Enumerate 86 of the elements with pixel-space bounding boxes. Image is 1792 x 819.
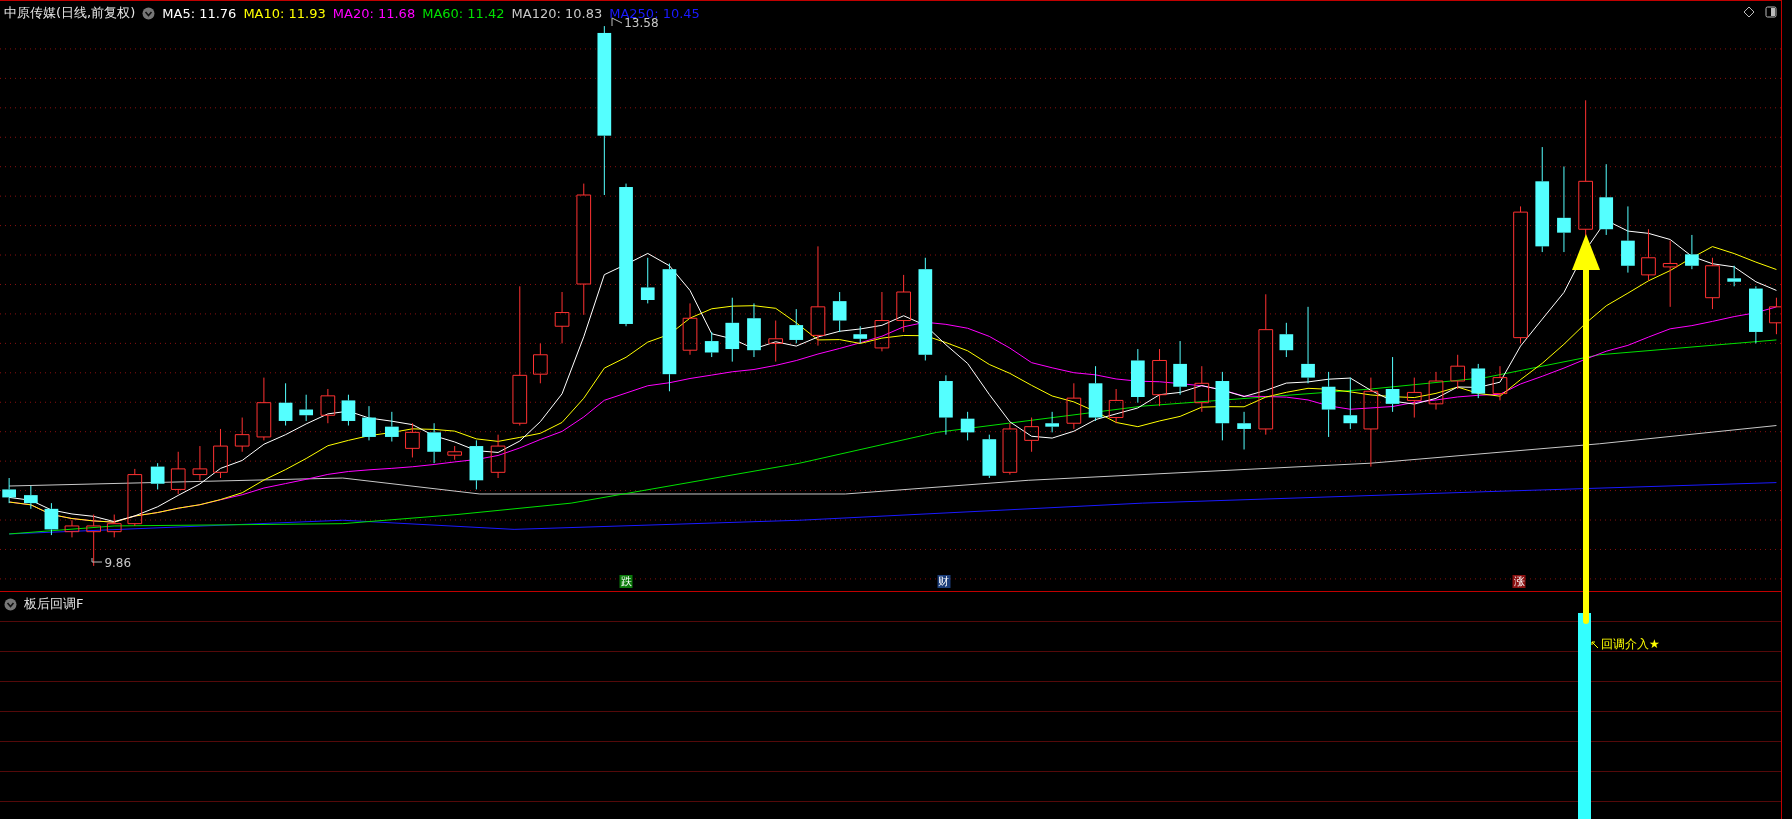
event-marker: 财 bbox=[937, 575, 951, 588]
rising-candle bbox=[1066, 382, 1082, 430]
falling-candle bbox=[832, 291, 847, 333]
rising-candle bbox=[127, 468, 143, 527]
falling-candle bbox=[789, 308, 804, 344]
falling-candle bbox=[853, 325, 868, 344]
falling-candle bbox=[362, 405, 376, 441]
rising-candle bbox=[1108, 388, 1124, 424]
rising-candle bbox=[1152, 348, 1167, 407]
falling-candle bbox=[469, 439, 484, 490]
event-marker: 跌 bbox=[619, 575, 633, 588]
rising-candle bbox=[1194, 365, 1210, 413]
falling-candle bbox=[960, 411, 975, 441]
falling-candle bbox=[1215, 371, 1230, 441]
falling-candle bbox=[299, 394, 313, 422]
falling-candle bbox=[1321, 371, 1336, 438]
rising-candle bbox=[554, 291, 570, 344]
price-label: 9.86 bbox=[104, 556, 132, 569]
chart-title: 中原传媒(日线,前复权) bbox=[4, 4, 136, 22]
falling-candle bbox=[24, 485, 38, 510]
leader-arrow-icon bbox=[1591, 640, 1599, 649]
rising-candle bbox=[405, 422, 420, 458]
dropdown-icon[interactable] bbox=[4, 597, 17, 611]
falling-candle bbox=[1045, 411, 1059, 433]
falling-candle bbox=[427, 422, 441, 464]
rising-candle bbox=[1492, 365, 1508, 401]
indicator-title: 板后回调F bbox=[24, 595, 84, 613]
falling-candle bbox=[747, 302, 761, 358]
signal-label: 回调介入★ bbox=[1601, 636, 1660, 653]
rising-candle bbox=[86, 514, 102, 567]
rising-candle bbox=[1662, 240, 1678, 308]
rising-candle bbox=[490, 434, 506, 479]
falling-candle bbox=[1727, 265, 1741, 287]
rising-candle bbox=[682, 302, 698, 356]
rising-candle bbox=[213, 428, 228, 479]
falling-candle bbox=[1237, 411, 1251, 450]
rising-candle bbox=[533, 342, 548, 384]
ma-value: MA120: 10.83 bbox=[511, 5, 603, 21]
falling-candle bbox=[1749, 285, 1763, 344]
rising-candle bbox=[1450, 354, 1466, 390]
falling-candle bbox=[150, 462, 165, 490]
falling-candle bbox=[1279, 322, 1294, 358]
rising-candle bbox=[1024, 417, 1039, 453]
falling-candle bbox=[725, 297, 740, 363]
event-marker: 涨 bbox=[1512, 575, 1526, 588]
rising-candle bbox=[192, 445, 208, 481]
rising-candle bbox=[874, 291, 890, 352]
rising-candle bbox=[320, 388, 336, 424]
rising-candle bbox=[170, 451, 186, 495]
rising-candle bbox=[1705, 257, 1720, 310]
falling-candle bbox=[341, 394, 356, 427]
rising-candle bbox=[106, 514, 122, 538]
panel-toggle-icon[interactable] bbox=[1765, 6, 1777, 18]
falling-candle bbox=[1471, 363, 1486, 399]
rising-candle bbox=[896, 274, 911, 333]
ma-value: MA5: 11.76 bbox=[162, 5, 237, 21]
diamond-icon[interactable] bbox=[1743, 6, 1755, 18]
falling-candle bbox=[704, 331, 719, 358]
rising-candle bbox=[1641, 228, 1656, 282]
rising-candle bbox=[1406, 377, 1422, 419]
falling-candle bbox=[44, 502, 59, 536]
ma-value: MA10: 11.93 bbox=[243, 5, 326, 21]
rising-candle bbox=[64, 519, 80, 538]
rising-candle bbox=[1769, 297, 1781, 335]
falling-candle bbox=[1343, 377, 1358, 430]
falling-candle bbox=[385, 411, 399, 442]
rising-candle bbox=[234, 417, 250, 453]
falling-candle bbox=[1621, 205, 1635, 274]
falling-candle bbox=[1385, 356, 1400, 413]
rising-candle bbox=[768, 320, 784, 363]
falling-candle bbox=[278, 382, 293, 427]
falling-candle bbox=[939, 374, 953, 436]
rising-candle bbox=[1428, 371, 1444, 411]
falling-candle bbox=[2, 477, 16, 504]
ma-value: MA20: 11.68 bbox=[332, 5, 416, 21]
rising-candle bbox=[1002, 422, 1018, 476]
falling-candle bbox=[1130, 348, 1145, 404]
falling-candle bbox=[1088, 365, 1103, 422]
falling-candle bbox=[1173, 340, 1187, 396]
ma-value: MA60: 11.42 bbox=[422, 5, 505, 21]
falling-candle bbox=[640, 257, 655, 304]
rising-candle bbox=[256, 377, 272, 441]
rising-candle bbox=[447, 445, 463, 461]
falling-candle bbox=[1685, 234, 1699, 270]
dropdown-icon[interactable] bbox=[142, 6, 156, 20]
falling-candle bbox=[982, 434, 997, 479]
